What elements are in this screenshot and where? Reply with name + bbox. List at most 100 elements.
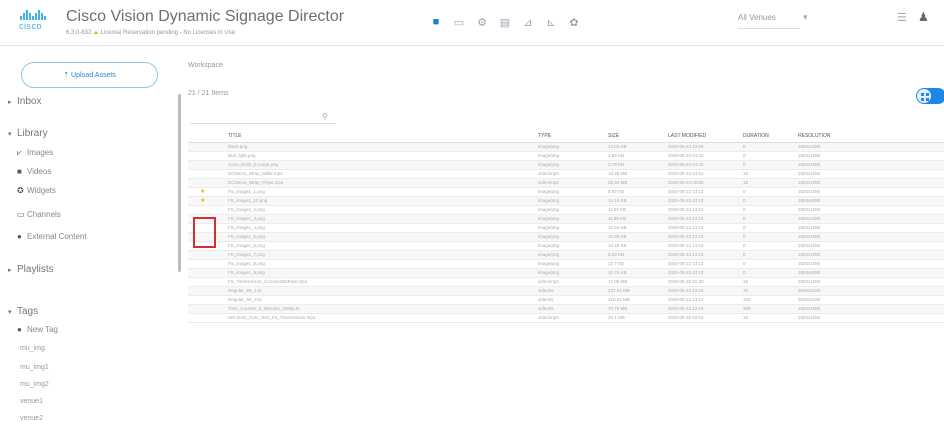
chevron-down-icon[interactable]: ▾ [803,12,808,23]
table-row[interactable]: Time_Counter_5_Minutes_1080p.ts video/ts 7… [188,304,944,314]
sidebar-item-channels[interactable]: ▭ Channels [17,210,61,219]
signal-icon[interactable]: ⊾ [543,14,559,30]
view-toggle[interactable] [916,88,944,104]
cell-modified: 2020-06-24 04:43 [668,160,743,170]
search-icon[interactable]: ⚲ [322,112,328,121]
search-input[interactable] [190,110,336,124]
cell-size: 20.33 MB [608,178,668,188]
table-row[interactable]: FS_image1_2.png image/png 11.53 KB 2020-05-… [188,205,944,215]
col-size[interactable]: SIZE [608,132,668,143]
cell-modified: 2020-05-13 13:17 [668,295,743,305]
user-icon[interactable]: ♟ [918,10,929,24]
cell-title: black.png [228,142,538,152]
sidebar-item-external-content[interactable]: ● External Content [17,232,87,241]
sidebar-scrollbar[interactable] [178,94,181,272]
sidebar-section-playlists[interactable]: ▸ Playlists [8,264,54,275]
gear-icon[interactable]: ⚙ [474,14,490,30]
cell-size: 8.33 KB [608,250,668,260]
table-icon[interactable]: ▤ [497,14,513,30]
sidebar-item-videos[interactable]: ■ Videos [17,167,51,176]
cell-title: Regular_4K_2.ts [228,295,538,305]
cell-duration: 0 [743,196,798,206]
cell-resolution: 1920x1080 [798,268,944,278]
items-count: 21 / 21 Items [188,90,229,97]
cell-duration: 103 [743,295,798,305]
cell-resolution: 1920x1080 [798,241,944,251]
cell-type: image/png [538,223,608,233]
cell-type: image/png [538,259,608,269]
sidebar-section-tags[interactable]: ▾ Tags [8,306,38,317]
cell-type: image/png [538,160,608,170]
folder-icon[interactable]: ■ [428,14,444,30]
table-row[interactable]: Coco_Drink_b Large.png image/png 3.78 KB 20… [188,160,944,170]
table-row[interactable]: black.png image/png 13.02 KB 2020-06-24 12:… [188,142,944,152]
table-row[interactable]: FS_TimeHorizon_ConcentrBitRate.mp4 video/… [188,277,944,287]
col-title[interactable]: TITLE [228,132,538,143]
cell-size: 3.78 KB [608,160,668,170]
row-flag-cell [188,169,228,179]
tag-item[interactable]: mu_img2 [20,381,49,388]
menu-icon[interactable]: ☰ [897,11,907,24]
cell-title: FS_image1_8.png [228,259,538,269]
venue-select[interactable]: All Venues [738,13,800,29]
col-duration[interactable]: DURATION [743,132,798,143]
chart-icon[interactable]: ⊿ [520,14,536,30]
cell-resolution: 1920x1080 [798,304,944,314]
table-row[interactable]: DCDemo_Wrap_Pepsi.mp4 video/mp4 20.33 MB 20… [188,178,944,188]
sidebar-item-images[interactable]: ⩗ Images [17,148,53,158]
col-type[interactable]: TYPE [538,132,608,143]
table-row[interactable]: Regular_4K_2.ts video/ts 318.42 MB 2020-05-… [188,295,944,305]
cell-duration: 0 [743,160,798,170]
table-row[interactable]: FS_image1_6.png image/png 10.49 KB 2020-05-… [188,241,944,251]
cell-duration: 15 [743,169,798,179]
table-row[interactable]: DCDemo_Wrap_Miller.mp4 video/mp4 18.48 MB 2… [188,169,944,179]
sidebar-section-library[interactable]: ▾ Library [8,128,48,139]
table-row[interactable]: FS_image1_9.png image/png 12.76 KB 2020-05-… [188,268,944,278]
cell-modified: 2020-05-13 12:19 [668,304,743,314]
table-row[interactable]: FS_image1_3.png image/png 11.88 KB 2020-05-… [188,214,944,224]
table-row[interactable]: Bud_light.png image/png 3.86 KB 2020-06-24 … [188,151,944,161]
cell-resolution: 1920x1080 [798,196,944,206]
new-tag-button[interactable]: ● New Tag [17,325,58,334]
table-row[interactable]: UPLOAD_CVD_Test_FS_TimeHorizon.mp4 video/… [188,313,944,323]
sidebar-item-widgets[interactable]: ✪ Widgets [17,186,56,195]
row-flag-cell: ★ [188,196,228,206]
starred-highlight [193,217,216,248]
cell-duration: 0 [743,151,798,161]
cell-title: Time_Counter_5_Minutes_1080p.ts [228,304,538,314]
col-last-modified[interactable]: LAST MODIFIED [668,132,743,143]
tag-item[interactable]: venue1 [20,398,43,405]
cell-duration: 15 [743,313,798,323]
col-resolution[interactable]: RESOLUTION [798,132,944,143]
table-row[interactable]: Regular_4K_1.ts video/ts 237.61 MB 2020-05-… [188,286,944,296]
assets-table: TITLE TYPE SIZE LAST MODIFIED DURATION R… [188,132,944,323]
row-flag-cell [188,178,228,188]
cell-modified: 2020-05-13 13:12 [668,268,743,278]
toggle-knob [917,89,931,103]
cell-duration: 0 [743,268,798,278]
table-row[interactable]: FS_image1_7.png image/png 8.33 KB 2020-05-1… [188,250,944,260]
sidebar-section-inbox[interactable]: ▸ Inbox [8,96,41,107]
cell-modified: 2020-05-13 13:12 [668,241,743,251]
monitor-icon[interactable]: ▭ [451,14,467,30]
cell-modified: 2020-06-25 02:01 [668,313,743,323]
star-icon[interactable]: ★ [188,189,205,195]
cell-title: DCDemo_Wrap_Miller.mp4 [228,169,538,179]
row-flag-cell [188,286,228,296]
table-row[interactable]: ★ FS_image1_10.png image/png 14.13 KB 2020-0… [188,196,944,206]
table-row[interactable]: FS_image1_4.png image/png 10.84 KB 2020-05-… [188,223,944,233]
cell-modified: 2020-05-13 13:12 [668,259,743,269]
table-row[interactable]: FS_image1_8.png image/png 12.7 KB 2020-05-1… [188,259,944,269]
cell-type: image/png [538,214,608,224]
tag-item[interactable]: mu_img1 [20,364,49,371]
cell-resolution: 1920x1080 [798,214,944,224]
table-row[interactable]: FS_image1_5.png image/png 10.35 KB 2020-05-… [188,232,944,242]
cell-size: 14.13 KB [608,196,668,206]
settings-icon[interactable]: ✿ [566,14,582,30]
tag-item[interactable]: venue2 [20,415,43,422]
star-icon[interactable]: ★ [188,198,205,204]
table-row[interactable]: ★ FS_image1_1.png image/png 8.92 KB 2020-05-… [188,187,944,197]
tag-item[interactable]: mu_img [20,345,45,352]
upload-assets-button[interactable]: ⇡ Upload Assets [21,62,158,88]
cell-type: image/png [538,250,608,260]
